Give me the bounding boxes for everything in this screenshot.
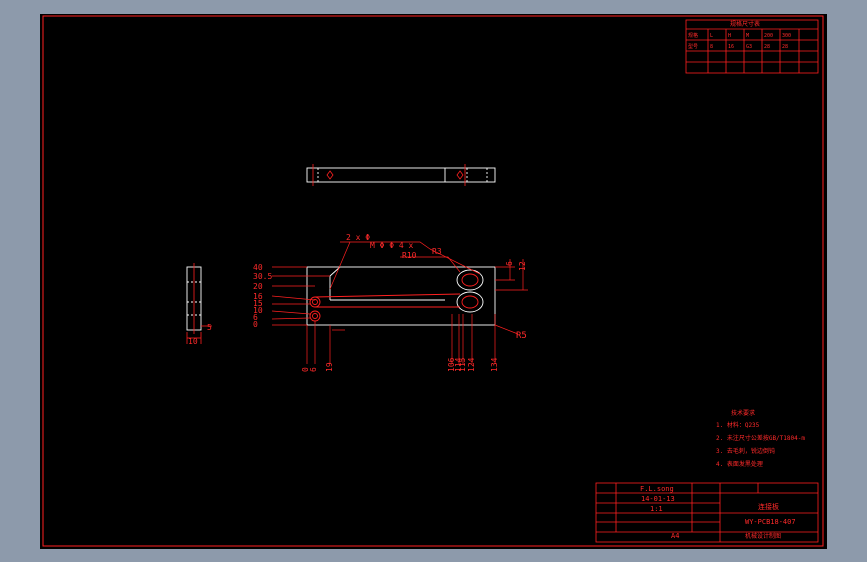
spec-table-header: 规格 xyxy=(688,32,698,39)
right-dim-label: 12 xyxy=(518,261,527,271)
front-view-holes xyxy=(309,273,479,322)
part-name: 连接板 xyxy=(758,502,779,511)
design-date: 14-01-13 xyxy=(641,495,675,503)
title-block xyxy=(595,482,819,543)
drawing-frame xyxy=(42,15,824,547)
bottom-dimension-labels: 0 6 19 106114115 124 134 xyxy=(301,357,499,372)
spec-table-header: L xyxy=(710,33,713,39)
drawing-scale: 1:1 xyxy=(650,505,663,513)
left-dimension-labels: 4030.52016151060 xyxy=(253,263,272,329)
designer-name: F.L.song xyxy=(640,485,674,493)
callout-r3: R3 xyxy=(432,247,442,256)
bottom-dim-label: 115 xyxy=(458,357,467,372)
left-dim-label: 30.5 xyxy=(253,272,272,281)
drawing-number: WY-PCB18-407 xyxy=(745,518,796,526)
spec-table-cell: 型号 xyxy=(688,43,698,50)
front-view xyxy=(306,266,496,326)
bottom-dim-label: 19 xyxy=(325,362,334,372)
spec-table-cell: 28 xyxy=(764,44,770,50)
spec-table-header: H xyxy=(728,33,731,39)
top-view xyxy=(306,167,496,183)
spec-table-header: 200 xyxy=(764,33,773,39)
spec-table-header: M xyxy=(746,33,749,39)
cad-viewport[interactable]: 规格尺寸表 规格 L H M 200 300 型号 8 16 G3 28 28 5 10 xyxy=(40,14,827,549)
bottom-dim-label: 124 xyxy=(467,357,476,372)
left-dim-label: 40 xyxy=(253,263,263,272)
spec-table-title: 规格尺寸表 xyxy=(730,20,760,28)
spec-table-cell: G3 xyxy=(746,44,752,50)
tech-note-item: 4. 表面发黑处理 xyxy=(716,460,763,468)
tech-note-item: 3. 去毛刺，锐边倒钝 xyxy=(716,447,775,455)
bottom-dim-label: 6 xyxy=(309,367,318,372)
left-dim-label: 0 xyxy=(253,320,258,329)
callout-r10: R10 xyxy=(402,251,417,260)
dim-5: 5 xyxy=(207,323,212,332)
sheet-size: A4 xyxy=(671,532,679,540)
spec-table-header: 300 xyxy=(782,33,791,39)
bottom-dim-label: 134 xyxy=(490,357,499,372)
top-view-marks xyxy=(312,164,466,186)
callout-r5: R5 xyxy=(516,331,527,341)
tech-notes-title: 技术要求 xyxy=(731,409,755,417)
dim-10: 10 xyxy=(188,337,198,346)
spec-table-cell: 16 xyxy=(728,44,734,50)
cad-drawing: 规格尺寸表 规格 L H M 200 300型号 8 16 G3 28 28 5 10 xyxy=(42,15,824,547)
right-dimension-labels: 6 12 xyxy=(505,261,527,271)
tech-note-item: 2. 未注尺寸公差按GB/T1804-m xyxy=(716,434,805,442)
callout-top2: M Φ Φ 4 x xyxy=(370,241,414,250)
company-name: 机械设计制图 xyxy=(745,532,781,540)
spec-table-cells: 规格 L H M 200 300 型号 8 16 G3 28 28 xyxy=(688,32,791,50)
tech-note-item: 1. 材料：Q235 xyxy=(716,421,760,429)
left-dim-label: 20 xyxy=(253,282,263,291)
tech-notes: 1. 材料：Q235 2. 未注尺寸公差按GB/T1804-m 3. 去毛刺，锐边倒… xyxy=(716,421,805,468)
right-dim-label: 6 xyxy=(505,261,514,266)
spec-table-cell: 8 xyxy=(710,44,713,50)
callout-top: 2 x Φ xyxy=(346,233,370,242)
spec-table-cell: 28 xyxy=(782,44,788,50)
